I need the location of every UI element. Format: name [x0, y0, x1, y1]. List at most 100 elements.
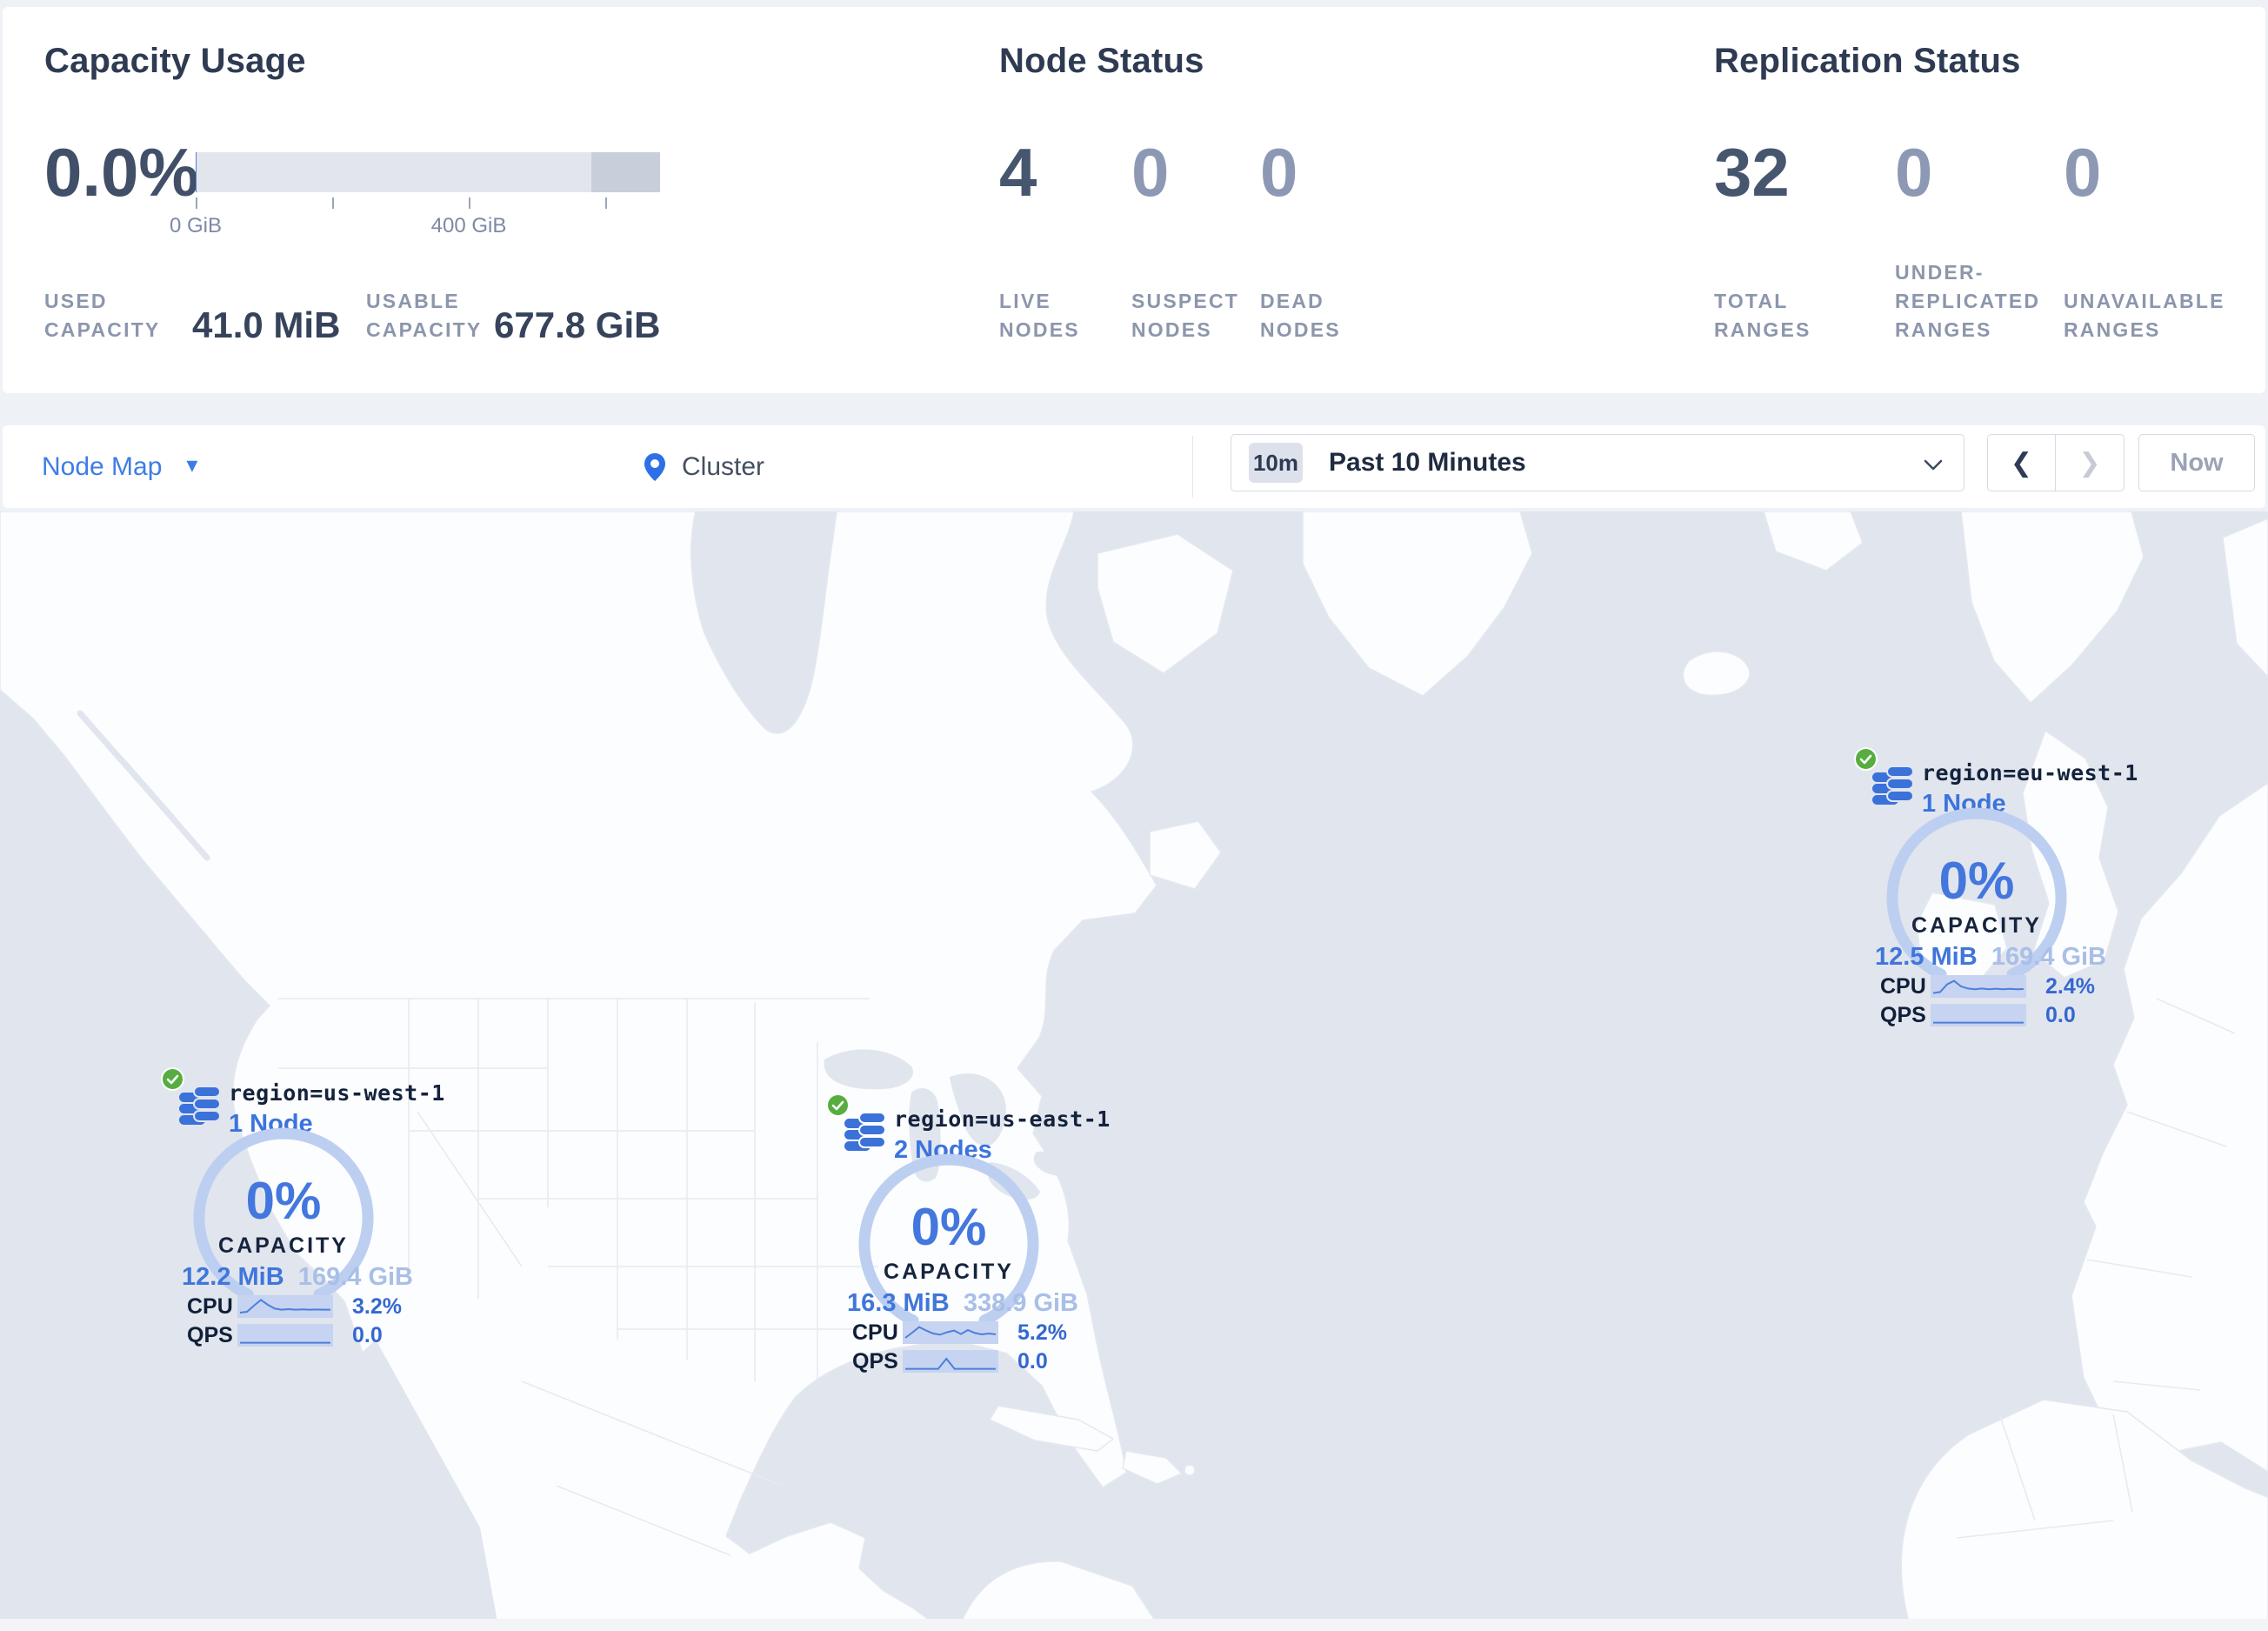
capacity-label: CAPACITY	[218, 1233, 349, 1258]
used-capacity-label: CAPACITY	[44, 318, 161, 341]
qps-sparkline	[903, 1350, 998, 1373]
region-used-capacity: 12.5 MiB	[1875, 943, 1978, 971]
cpu-label: CPU	[852, 1320, 898, 1345]
usable-capacity-label: CAPACITY	[366, 318, 483, 341]
gauge-tick-label: 400 GiB	[430, 214, 507, 237]
used-capacity-label: USED	[44, 290, 108, 312]
time-window-label: Past 10 Minutes	[1329, 448, 1526, 477]
region-capacity-percent: 0%	[1938, 852, 2015, 910]
region-capacity-percent: 0%	[911, 1198, 987, 1256]
cpu-value: 2.4%	[2045, 973, 2095, 999]
region-name: region=us-east-1	[894, 1106, 1111, 1132]
cpu-sparkline	[237, 1295, 333, 1318]
region-total-capacity: 338.9 GiB	[963, 1289, 1078, 1317]
time-prev-button[interactable]: ❮	[1988, 435, 2056, 491]
gauge-tick	[605, 197, 607, 209]
chevron-left-icon: ❮	[2010, 448, 2033, 478]
cpu-sparkline	[1931, 975, 2026, 998]
time-next-button[interactable]: ❯	[2056, 435, 2124, 491]
location-pin-icon	[644, 452, 665, 481]
unavailable-ranges-label: RANGES	[2064, 318, 2161, 341]
gauge-tick	[469, 197, 470, 209]
cluster-summary-panel: Capacity Usage 0.0% 0 GiB 400 GiB USED C…	[3, 7, 2265, 393]
qps-value: 0.0	[352, 1322, 383, 1347]
total-ranges-count: 32	[1714, 134, 1790, 211]
region-marker-us-east-1[interactable]: region=us-east-1 2 Nodes 0% CAPACITY 16.…	[809, 1087, 1110, 1387]
qps-label: QPS	[1880, 1002, 1926, 1027]
dropdown-triangle-icon: ▾	[186, 451, 198, 478]
gauge-tick	[332, 197, 334, 209]
unavailable-ranges-label: UNAVAILABLE	[2064, 290, 2225, 312]
qps-sparkline	[237, 1324, 333, 1347]
time-window-dropdown[interactable]: 10m Past 10 Minutes	[1231, 434, 1964, 491]
chevron-down-icon	[1924, 459, 1943, 471]
node-map: region=us-west-1 1 Node 0% CAPACITY 12.2…	[0, 511, 2268, 1631]
under-replicated-ranges-count: 0	[1895, 134, 1933, 211]
time-pager: ❮ ❯	[1987, 434, 2125, 491]
qps-label: QPS	[852, 1348, 898, 1374]
view-selector-dropdown[interactable]: Node Map ▾	[42, 425, 197, 508]
live-nodes-label: LIVE	[999, 290, 1051, 312]
qps-sparkline	[1931, 1004, 2026, 1026]
now-button[interactable]: Now	[2138, 434, 2255, 491]
cpu-sparkline	[903, 1321, 998, 1344]
suspect-nodes-label: NODES	[1131, 318, 1212, 341]
breadcrumb-label: Cluster	[682, 451, 765, 481]
cpu-label: CPU	[187, 1293, 233, 1319]
region-used-capacity: 16.3 MiB	[847, 1289, 950, 1317]
region-used-capacity: 12.2 MiB	[182, 1263, 284, 1291]
capacity-usage-title: Capacity Usage	[44, 42, 306, 80]
landmass-iceland	[1682, 651, 1751, 697]
capacity-label: CAPACITY	[1911, 913, 2042, 938]
region-marker-us-west-1[interactable]: region=us-west-1 1 Node 0% CAPACITY 12.2…	[143, 1061, 444, 1360]
total-ranges-label: RANGES	[1714, 318, 1811, 341]
toolbar-divider	[1192, 436, 1193, 498]
usable-capacity-label: USABLE	[366, 290, 460, 312]
map-bottom-strip	[0, 1619, 2268, 1631]
cpu-value: 3.2%	[352, 1293, 402, 1319]
gauge-tick	[196, 197, 197, 209]
map-toolbar: Node Map ▾ Cluster 10m Past 10 Minutes ❮…	[3, 425, 2265, 508]
region-marker-eu-west-1[interactable]: region=eu-west-1 1 Node 0% CAPACITY 12.5…	[1837, 741, 2138, 1040]
capacity-label: CAPACITY	[884, 1260, 1014, 1284]
suspect-nodes-count: 0	[1131, 134, 1170, 211]
qps-value: 0.0	[1017, 1348, 1048, 1374]
capacity-gauge-bar	[196, 152, 660, 192]
chevron-right-icon: ❯	[2078, 448, 2101, 478]
suspect-nodes-label: SUSPECT	[1131, 290, 1240, 312]
dead-nodes-count: 0	[1260, 134, 1298, 211]
cpu-label: CPU	[1880, 973, 1926, 999]
under-replicated-ranges-label: UNDER-	[1895, 261, 1984, 284]
live-nodes-label: NODES	[999, 318, 1080, 341]
view-selector-label: Node Map	[42, 451, 163, 481]
database-stack-icon	[179, 1086, 220, 1125]
region-total-capacity: 169.4 GiB	[297, 1263, 413, 1291]
gauge-tick-label: 0 GiB	[169, 214, 223, 237]
region-name: region=eu-west-1	[1922, 760, 2138, 785]
under-replicated-ranges-label: RANGES	[1895, 318, 1992, 341]
replication-status-title: Replication Status	[1714, 42, 2021, 80]
landmass-puerto-rico	[1184, 1464, 1196, 1476]
region-total-capacity: 169.4 GiB	[1991, 943, 2106, 971]
dead-nodes-label: DEAD	[1260, 290, 1324, 312]
breadcrumb[interactable]: Cluster	[644, 425, 764, 508]
region-capacity-percent: 0%	[245, 1172, 322, 1230]
qps-value: 0.0	[2045, 1002, 2076, 1027]
under-replicated-ranges-label: REPLICATED	[1895, 290, 2041, 312]
database-stack-icon	[1872, 765, 1913, 805]
capacity-gauge-reserved	[591, 152, 660, 192]
capacity-gauge-used	[196, 152, 197, 192]
database-stack-icon	[844, 1112, 885, 1151]
region-name: region=us-west-1	[229, 1080, 445, 1106]
time-window-badge: 10m	[1249, 443, 1303, 483]
dead-nodes-label: NODES	[1260, 318, 1341, 341]
node-status-title: Node Status	[999, 42, 1204, 80]
used-capacity-value: 41.0 MiB	[192, 304, 341, 345]
qps-label: QPS	[187, 1322, 233, 1347]
cpu-value: 5.2%	[1017, 1320, 1067, 1345]
usable-capacity-value: 677.8 GiB	[494, 304, 661, 345]
unavailable-ranges-count: 0	[2064, 134, 2102, 211]
now-button-label: Now	[2170, 448, 2224, 477]
live-nodes-count: 4	[999, 134, 1037, 211]
capacity-percent: 0.0%	[44, 134, 199, 211]
